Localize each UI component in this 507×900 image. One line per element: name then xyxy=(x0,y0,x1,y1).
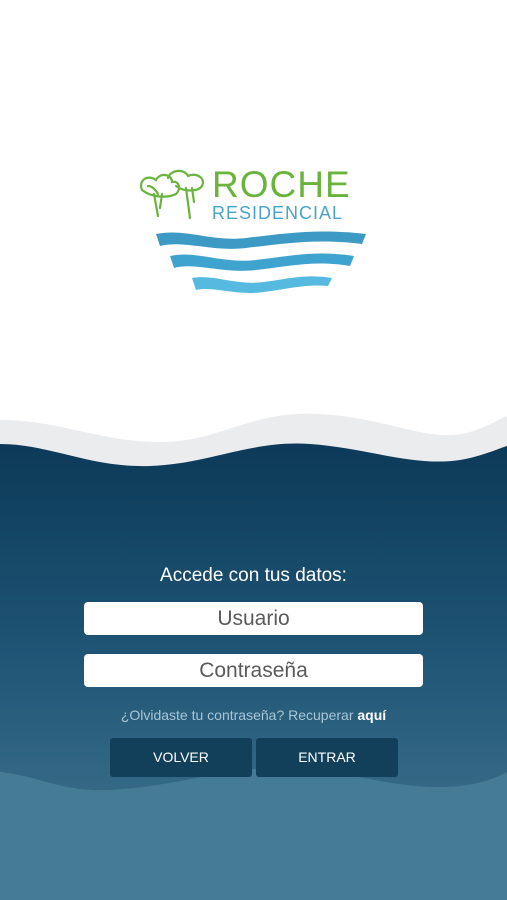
login-screen: ROCHE RESIDENCIAL Accede con tus datos: … xyxy=(0,0,507,900)
forgot-password-line: ¿Olvidaste tu contraseña? Recuperar aquí xyxy=(0,706,507,724)
password-input[interactable] xyxy=(84,654,423,687)
trees-icon xyxy=(140,169,204,220)
login-heading: Accede con tus datos: xyxy=(160,565,347,586)
login-form: Accede con tus datos: ¿Olvidaste tu cont… xyxy=(0,560,507,800)
enter-button[interactable]: ENTRAR xyxy=(256,738,398,777)
username-input[interactable] xyxy=(84,602,423,635)
back-button[interactable]: VOLVER xyxy=(110,738,252,777)
forgot-password-text: ¿Olvidaste tu contraseña? Recuperar xyxy=(120,707,358,723)
recover-password-link[interactable]: aquí xyxy=(357,707,386,723)
waves-icon xyxy=(156,231,366,293)
roche-residencial-logo: ROCHE RESIDENCIAL xyxy=(138,166,374,300)
logo-title: ROCHE xyxy=(212,164,351,205)
logo-subtitle: RESIDENCIAL xyxy=(212,203,344,223)
